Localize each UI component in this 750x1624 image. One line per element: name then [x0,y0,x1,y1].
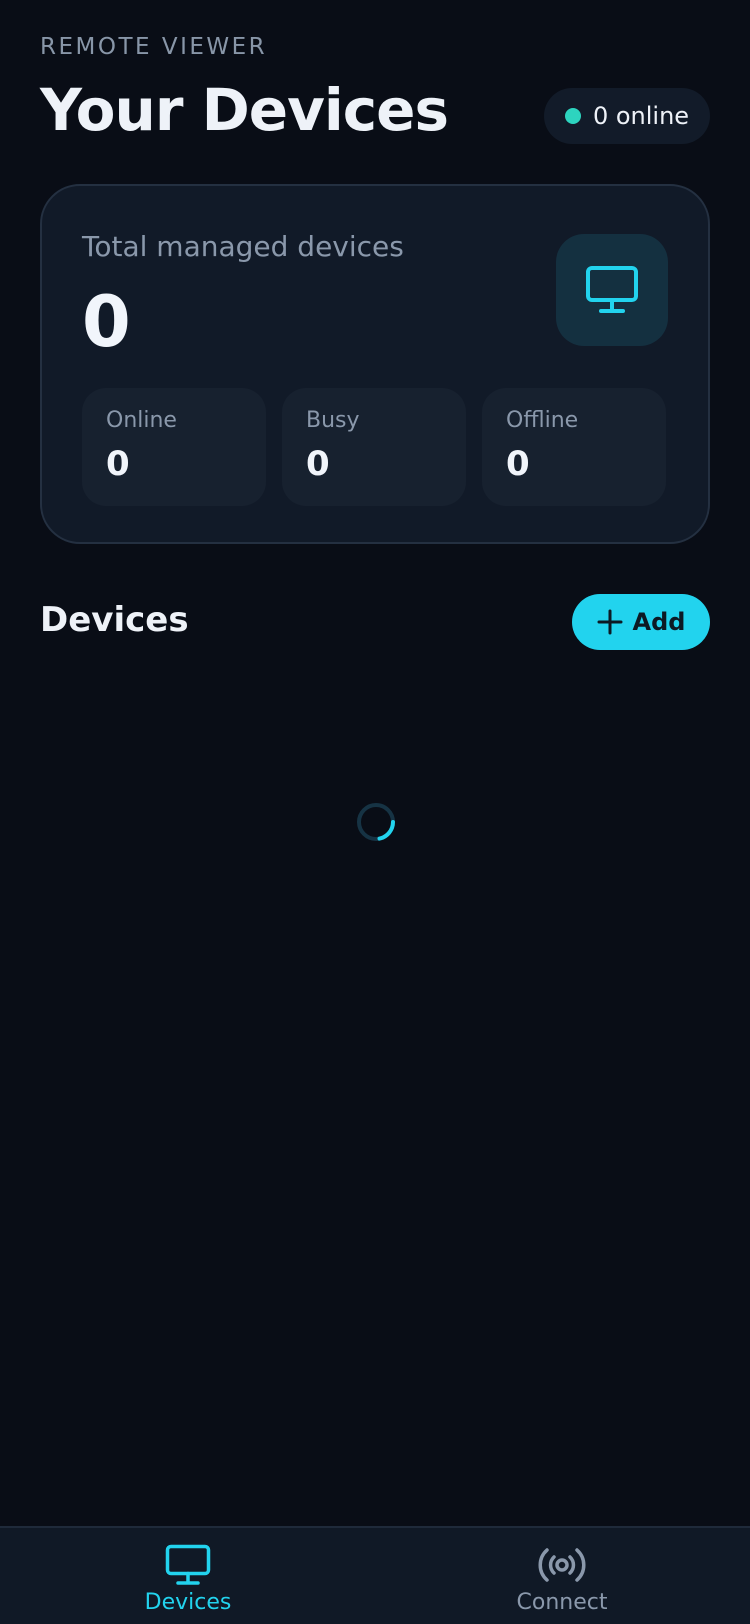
page-title: Your Devices [40,76,449,144]
total-devices-count: 0 [82,281,131,363]
stat-label: Online [106,408,177,433]
nav-label-connect: Connect [516,1590,608,1615]
app-label: REMOTE VIEWER [40,34,268,60]
stat-value: 0 [106,444,130,484]
loading-spinner-icon [357,803,395,841]
plus-icon [597,609,623,635]
nav-item-devices[interactable]: Devices [88,1544,288,1624]
stat-value: 0 [506,444,530,484]
bottom-nav: Devices Connect [0,1526,750,1624]
nav-item-connect[interactable]: Connect [462,1544,662,1624]
monitor-tile [556,234,668,346]
devices-section-title: Devices [40,600,189,640]
summary-card: Total managed devices 0 Online 0 Busy 0 … [40,184,710,544]
broadcast-icon [538,1548,586,1582]
summary-label: Total managed devices [82,230,404,263]
online-dot-icon [564,108,581,124]
stat-online: Online 0 [82,388,266,506]
stat-value: 0 [306,444,330,484]
online-status-text: 0 online [592,102,690,130]
stat-busy: Busy 0 [282,388,466,506]
monitor-icon [165,1544,211,1585]
add-device-button[interactable]: Add [572,594,710,650]
devices-screen: REMOTE VIEWER Your Devices 0 online Tota… [0,0,750,1624]
online-status-badge: 0 online [544,88,710,144]
stat-offline: Offline 0 [482,388,666,506]
stat-label: Busy [306,408,360,433]
nav-label-devices: Devices [144,1590,232,1615]
monitor-icon [586,266,638,313]
stat-label: Offline [506,408,579,433]
add-button-label: Add [632,608,686,636]
